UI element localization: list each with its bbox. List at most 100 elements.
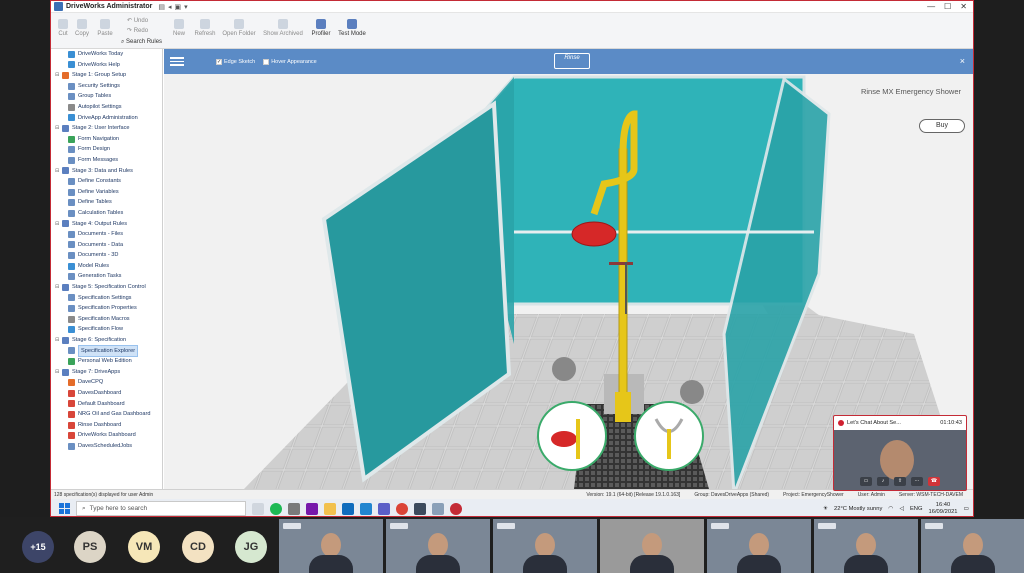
teams-icon[interactable] (378, 502, 390, 515)
tree-stage-22[interactable]: ⊟ Stage 5: Specification Control (51, 282, 162, 293)
dropdown-icon[interactable]: ▾ (184, 3, 188, 11)
profiler-button[interactable]: Profiler (309, 19, 333, 37)
save-icon[interactable]: ▣ (175, 3, 182, 11)
cut-button[interactable]: Cut (55, 19, 71, 37)
tree-item-29[interactable]: Personal Web Edition (51, 356, 162, 367)
tree-item-0[interactable]: DriveWorks Today (51, 49, 162, 60)
participant-video-tile[interactable] (386, 519, 490, 573)
tree-item-37[interactable]: DavesScheduledJobs (51, 441, 162, 452)
share-screen-icon[interactable]: ⇧ (894, 477, 906, 486)
tree-item-17[interactable]: Documents - Files (51, 229, 162, 240)
collapse-toggle-icon[interactable]: ⊟ (55, 123, 61, 134)
task-view-icon[interactable] (252, 502, 264, 515)
collapse-toggle-icon[interactable]: ⊟ (55, 219, 61, 230)
buy-button[interactable]: Buy (919, 119, 965, 133)
wifi-icon[interactable]: ◠ (888, 506, 893, 512)
notifications-icon[interactable]: ▭ (964, 506, 969, 512)
show-archived-button[interactable]: Show Archived (261, 19, 305, 37)
open-folder-button[interactable]: Open Folder (221, 19, 257, 37)
tree-item-33[interactable]: Default Dashboard (51, 399, 162, 410)
app-icon[interactable] (432, 502, 444, 515)
language-indicator[interactable]: ENG (910, 506, 923, 512)
file-explorer-icon[interactable] (324, 502, 336, 515)
tree-item-23[interactable]: Specification Settings (51, 293, 162, 304)
tree-item-10[interactable]: Form Messages (51, 155, 162, 166)
participant-video-tile[interactable] (707, 519, 811, 573)
tree-item-19[interactable]: Documents - 3D (51, 250, 162, 261)
more-participants-badge[interactable]: +15 (22, 531, 54, 563)
participant-video-tile[interactable] (279, 519, 383, 573)
driveworks-live-icon[interactable] (450, 502, 462, 515)
onenote-icon[interactable] (306, 502, 318, 515)
participant-avatar-ps[interactable]: PS (74, 531, 106, 563)
vscode-icon[interactable] (360, 502, 372, 515)
tree-item-25[interactable]: Specification Macros (51, 314, 162, 325)
taskbar-search-box[interactable]: ⌕ Type here to search (76, 501, 246, 516)
camera-icon[interactable]: ▭ (860, 477, 872, 486)
tree-stage-11[interactable]: ⊟ Stage 3: Data and Rules (51, 166, 162, 177)
participant-avatar-vm[interactable]: VM (128, 531, 160, 563)
tree-item-32[interactable]: DavesDashboard (51, 388, 162, 399)
tree-item-9[interactable]: Form Design (51, 144, 162, 155)
refresh-button[interactable]: Refresh (193, 19, 217, 37)
close-viewer-icon[interactable]: × (960, 56, 965, 66)
tree-item-14[interactable]: Define Tables (51, 197, 162, 208)
microphone-icon[interactable]: ♪ (877, 477, 889, 486)
close-button[interactable]: ✕ (960, 2, 967, 11)
tree-item-1[interactable]: DriveWorks Help (51, 60, 162, 71)
teams-call-popout[interactable]: Let's Chat About Se... 01:10:43 ▭ ♪ ⇧ ⋯ … (833, 415, 967, 491)
tree-item-5[interactable]: Autopilot Settings (51, 102, 162, 113)
copy-button[interactable]: Copy (73, 19, 91, 37)
windows-start-icon[interactable] (59, 503, 70, 514)
maximize-button[interactable]: ☐ (944, 2, 951, 11)
tree-item-31[interactable]: DaveCPQ (51, 377, 162, 388)
tree-item-13[interactable]: Define Variables (51, 187, 162, 198)
minimize-button[interactable]: — (927, 2, 935, 11)
tree-item-24[interactable]: Specification Properties (51, 303, 162, 314)
folder-icon[interactable]: ▤ (158, 3, 165, 11)
tree-item-35[interactable]: Rinse Dashboard (51, 420, 162, 431)
tree-item-36[interactable]: DriveWorks Dashboard (51, 430, 162, 441)
tree-item-28[interactable]: Specification Explorer (51, 344, 162, 358)
driveworks-taskbar-icon[interactable] (414, 502, 426, 515)
participant-video-tile[interactable] (814, 519, 918, 573)
outlook-icon[interactable] (342, 502, 354, 515)
more-options-icon[interactable]: ⋯ (911, 477, 923, 486)
participant-avatar-cd[interactable]: CD (182, 531, 214, 563)
chrome-icon[interactable] (396, 502, 408, 515)
clock[interactable]: 16:40 16/09/2021 (929, 502, 958, 516)
search-rules-button[interactable]: ⌕ Search Rules (121, 39, 162, 46)
participant-avatar-jg[interactable]: JG (235, 531, 267, 563)
collapse-toggle-icon[interactable]: ⊟ (55, 367, 61, 378)
volume-icon[interactable]: ◁ (899, 506, 903, 512)
tree-item-20[interactable]: Model Rules (51, 261, 162, 272)
participant-video-tile[interactable] (600, 519, 704, 573)
tree-item-34[interactable]: NRG Oil and Gas Dashboard (51, 409, 162, 420)
spotify-icon[interactable] (270, 502, 282, 515)
tree-stage-16[interactable]: ⊟ Stage 4: Output Rules (51, 219, 162, 230)
tree-item-6[interactable]: DriveApp Administration (51, 113, 162, 124)
new-button[interactable]: New (171, 19, 187, 37)
tree-item-21[interactable]: Generation Tasks (51, 271, 162, 282)
participant-video-tile[interactable] (493, 519, 597, 573)
collapse-toggle-icon[interactable]: ⊟ (55, 282, 61, 293)
participant-video-tile[interactable] (921, 519, 1024, 573)
edge-sketch-checkbox[interactable]: ✓ Edge Sketch (216, 58, 255, 65)
hover-appearance-checkbox[interactable]: Hover Appearance (263, 58, 317, 65)
paste-button[interactable]: Paste (95, 19, 115, 37)
calculator-icon[interactable] (288, 502, 300, 515)
tree-item-26[interactable]: Specification Flow (51, 324, 162, 335)
tree-item-8[interactable]: Form Navigation (51, 134, 162, 145)
tree-item-12[interactable]: Define Constants (51, 176, 162, 187)
undo-button[interactable]: ↶ Undo (127, 17, 148, 24)
collapse-toggle-icon[interactable]: ⊟ (55, 166, 61, 177)
tree-stage-2[interactable]: ⊟ Stage 1: Group Setup (51, 70, 162, 81)
collapse-toggle-icon[interactable]: ⊟ (55, 335, 61, 346)
redo-button[interactable]: ↷ Redo (127, 27, 148, 34)
tree-item-3[interactable]: Security Settings (51, 81, 162, 92)
tree-item-4[interactable]: Group Tables (51, 91, 162, 102)
tree-stage-7[interactable]: ⊟ Stage 2: User Interface (51, 123, 162, 134)
test-mode-button[interactable]: Test Mode (337, 19, 367, 37)
menu-icon[interactable] (170, 55, 184, 68)
tree-stage-30[interactable]: ⊟ Stage 7: DriveApps (51, 367, 162, 378)
